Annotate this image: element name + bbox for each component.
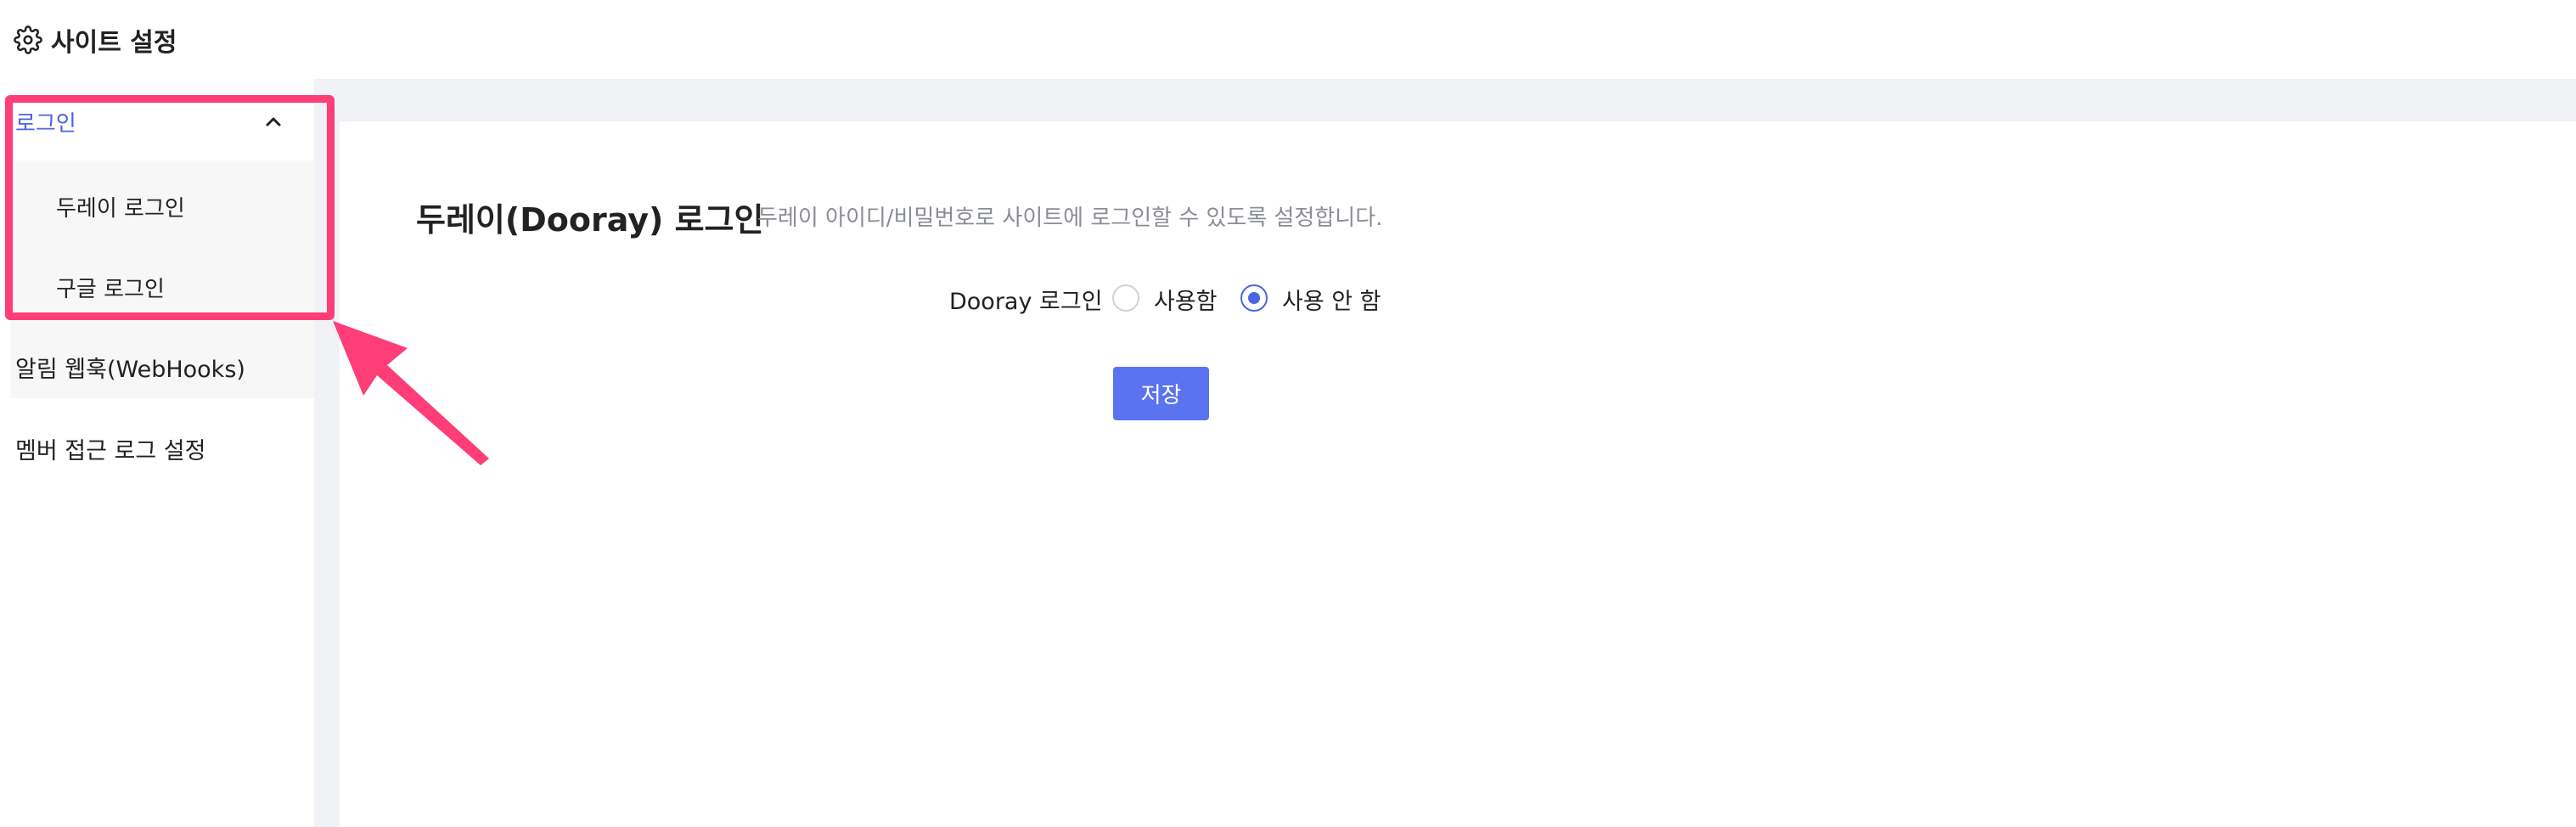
sidebar-item-login-label: 로그인 (15, 110, 76, 137)
radio-enable[interactable] (1112, 284, 1139, 312)
sidebar-subitem-google-login[interactable]: 구글 로그인 (56, 272, 165, 303)
dooray-login-field-label: Dooray 로그인 (949, 289, 1103, 315)
page-title: 사이트 설정 (51, 27, 177, 58)
sidebar-item-member-access-log[interactable]: 멤버 접근 로그 설정 (15, 432, 205, 465)
sidebar-item-webhooks[interactable]: 알림 웹훅(WebHooks) (15, 351, 245, 384)
section-description: 두레이 아이디/비밀번호로 사이트에 로그인할 수 있도록 설정합니다. (757, 205, 1383, 231)
section-title: 두레이(Dooray) 로그인 (416, 201, 764, 239)
content-top-bar (340, 79, 2576, 121)
sidebar-divider (314, 79, 340, 827)
main-content: 두레이(Dooray) 로그인 두레이 아이디/비밀번호로 사이트에 로그인할 … (340, 121, 2576, 827)
sidebar-item-login[interactable]: 로그인 (0, 79, 314, 164)
gear-icon (14, 25, 42, 54)
chevron-up-icon[interactable] (263, 111, 284, 132)
save-button[interactable]: 저장 (1113, 367, 1209, 420)
radio-disable[interactable] (1240, 284, 1268, 312)
radio-disable-label[interactable]: 사용 안 함 (1282, 283, 1381, 316)
page-header: 사이트 설정 (0, 0, 2576, 79)
settings-sidebar: 로그인 두레이 로그인 구글 로그인 알림 웹훅(WebHooks) 멤버 접근… (0, 79, 314, 827)
radio-enable-label[interactable]: 사용함 (1154, 283, 1218, 316)
sidebar-subitem-dooray-login[interactable]: 두레이 로그인 (56, 191, 185, 222)
site-settings-page: 사이트 설정 로그인 두레이 로그인 구글 로그인 알림 웹훅(WebHooks… (0, 0, 2576, 827)
